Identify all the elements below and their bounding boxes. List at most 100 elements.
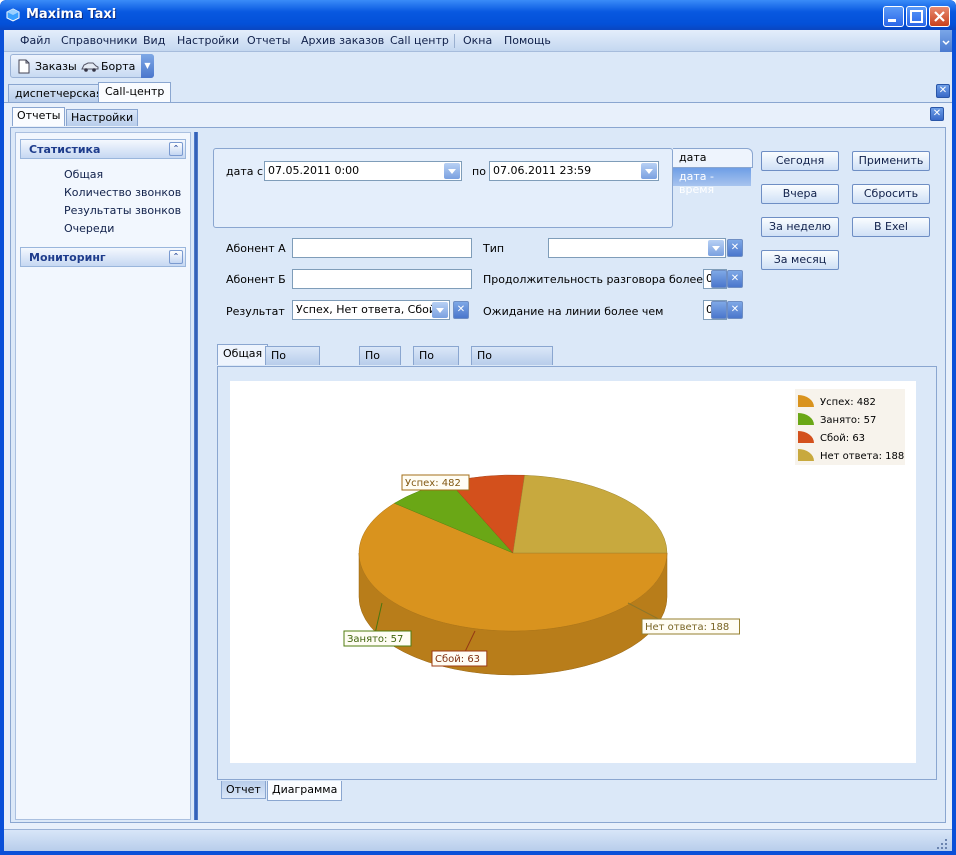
menu-settings[interactable]: Настройки xyxy=(177,34,239,47)
pie-data-label-0: Успех: 482 xyxy=(405,478,461,489)
minimize-button[interactable] xyxy=(883,6,904,27)
legend-entry-2: Сбой: 63 xyxy=(820,433,865,444)
legend-entry-0: Успех: 482 xyxy=(820,397,876,408)
car-icon xyxy=(81,62,99,72)
menu-bar: Файл Справочники Вид Настройки Отчеты Ар… xyxy=(4,30,952,52)
abonent-a-input[interactable] xyxy=(292,238,472,258)
collapse-icon[interactable]: ⌃ xyxy=(169,250,183,264)
tab-chart-general[interactable]: Общая xyxy=(217,344,269,365)
window-title: Maxima Taxi xyxy=(26,7,117,22)
chevron-down-icon[interactable] xyxy=(708,240,724,256)
month-button[interactable]: За месяц xyxy=(761,250,839,270)
today-button[interactable]: Сегодня xyxy=(761,151,839,171)
nav-group-monitoring[interactable]: Мониторинг ⌃ xyxy=(20,247,186,267)
app-window: Maxima Taxi Файл Справочники Вид Настрой… xyxy=(0,0,956,855)
title-bar[interactable]: Maxima Taxi xyxy=(0,0,956,30)
date-from-picker[interactable]: 07.05.2011 0:00 xyxy=(264,161,462,181)
date-to-picker[interactable]: 07.06.2011 23:59 xyxy=(489,161,659,181)
date-to-value: 07.06.2011 23:59 xyxy=(493,164,592,177)
duration-spin-icon[interactable] xyxy=(711,270,727,288)
pie-data-label-3: Нет ответа: 188 xyxy=(645,622,729,633)
menu-call-center[interactable]: Call центр xyxy=(390,34,449,47)
toolbar-dropdown-button[interactable]: ▼ xyxy=(141,54,154,78)
clear-wait-button[interactable]: ✕ xyxy=(727,301,743,319)
export-excel-button[interactable]: В Exel xyxy=(852,217,930,237)
reports-area: Статистика ⌃ Общая Количество звонков Ре… xyxy=(10,127,946,823)
tab-chart-days[interactable]: По дням xyxy=(359,346,401,375)
top-tab-strip: диспетчерская Call-центр ✕ xyxy=(4,82,952,102)
tab-settings[interactable]: Настройки xyxy=(66,109,139,126)
maximize-button[interactable] xyxy=(906,6,927,27)
date-from-value: 07.05.2011 0:00 xyxy=(268,164,360,177)
yesterday-button[interactable]: Вчера xyxy=(761,184,839,204)
tab-dispatcher[interactable]: диспетчерская xyxy=(8,84,110,102)
nav-link-call-results[interactable]: Результаты звонков xyxy=(64,204,181,217)
abonent-b-input[interactable] xyxy=(292,269,472,289)
apply-button[interactable]: Применить xyxy=(852,151,930,171)
menu-view[interactable]: Вид xyxy=(143,34,165,47)
date-from-label: дата с xyxy=(226,165,264,178)
toolbar-orders[interactable]: Заказы xyxy=(35,60,77,73)
minimize-icon xyxy=(888,19,896,22)
main-toolbar: Заказы Борта ▼ xyxy=(10,54,154,78)
result-value: Успех, Нет ответа, Сбой… xyxy=(296,303,448,316)
chart-frame: Успех: 482 Занято: 57 Сбой: 63 Нет ответа: … xyxy=(217,366,937,780)
tab-chart-operators[interactable]: По операторам xyxy=(471,346,553,375)
menu-reports[interactable]: Отчеты xyxy=(247,34,290,47)
menu-separator xyxy=(454,34,455,48)
nav-group-statistics[interactable]: Статистика ⌃ xyxy=(20,139,186,159)
nav-link-queues[interactable]: Очереди xyxy=(64,222,114,235)
clear-result-button[interactable]: ✕ xyxy=(453,301,469,319)
menu-directories[interactable]: Справочники xyxy=(61,34,137,47)
clear-duration-button[interactable]: ✕ xyxy=(727,270,743,288)
tab-reports[interactable]: Отчеты xyxy=(12,107,66,126)
chevron-down-icon xyxy=(942,40,950,46)
chevron-down-icon[interactable] xyxy=(641,163,657,179)
close-window-button[interactable] xyxy=(929,6,950,27)
wait-spin-icon[interactable] xyxy=(711,301,727,319)
menu-overflow-button[interactable] xyxy=(940,30,952,52)
nav-link-call-count[interactable]: Количество звонков xyxy=(64,186,181,199)
collapse-icon[interactable]: ⌃ xyxy=(169,142,183,156)
duration-label: Продолжительность разговора более чем xyxy=(483,273,729,286)
type-select[interactable] xyxy=(548,238,726,258)
tab-chart-hours[interactable]: По часам xyxy=(413,346,460,375)
resize-grip-icon[interactable] xyxy=(936,838,948,850)
type-label: Тип xyxy=(483,242,505,255)
menu-order-archive[interactable]: Архив заказов xyxy=(301,34,384,47)
document-icon xyxy=(18,59,30,74)
abonent-b-label: Абонент Б xyxy=(226,273,286,286)
maximize-icon xyxy=(910,10,923,23)
week-button[interactable]: За неделю xyxy=(761,217,839,237)
close-subtab-button[interactable]: ✕ xyxy=(930,107,944,121)
result-select[interactable]: Успех, Нет ответа, Сбой… xyxy=(292,300,450,320)
chevron-down-icon[interactable] xyxy=(444,163,460,179)
menu-file[interactable]: Файл xyxy=(20,34,50,47)
tab-report[interactable]: Отчет xyxy=(221,781,266,799)
client-area: Файл Справочники Вид Настройки Отчеты Ар… xyxy=(4,30,952,851)
menu-windows[interactable]: Окна xyxy=(463,34,492,47)
pane-splitter[interactable] xyxy=(194,132,198,820)
nav-group-title: Мониторинг xyxy=(29,251,106,264)
result-label: Результат xyxy=(226,305,285,318)
nav-link-general[interactable]: Общая xyxy=(64,168,103,181)
report-content: дата с 07.05.2011 0:00 по 07.06.2011 23:… xyxy=(201,132,943,820)
tab-call-center[interactable]: Call-центр xyxy=(98,82,172,102)
mode-tab-date[interactable]: дата xyxy=(673,148,753,168)
clear-type-button[interactable]: ✕ xyxy=(727,239,743,257)
toolbar-boards[interactable]: Борта xyxy=(101,60,135,73)
pie-chart: Успех: 482 Занято: 57 Сбой: 63 Нет ответа: … xyxy=(343,389,905,676)
abonent-a-label: Абонент А xyxy=(226,242,286,255)
pie-slice-3[interactable] xyxy=(512,474,668,554)
tab-diagram[interactable]: Диаграмма xyxy=(267,781,343,801)
menu-help[interactable]: Помощь xyxy=(504,34,551,47)
nav-group-title: Статистика xyxy=(29,143,101,156)
tab-chart-weekdays[interactable]: По дням недели xyxy=(265,346,320,388)
wait-label: Ожидание на линии более чем xyxy=(483,305,664,318)
call-center-panel: Отчеты Настройки ✕ Статистика ⌃ Общая Ко… xyxy=(4,102,952,829)
close-tab-button[interactable]: ✕ xyxy=(936,84,950,98)
date-to-label: по xyxy=(472,165,486,178)
chevron-down-icon[interactable] xyxy=(432,302,448,318)
mode-tab-datetime[interactable]: дата - время xyxy=(673,168,751,196)
reset-button[interactable]: Сбросить xyxy=(852,184,930,204)
